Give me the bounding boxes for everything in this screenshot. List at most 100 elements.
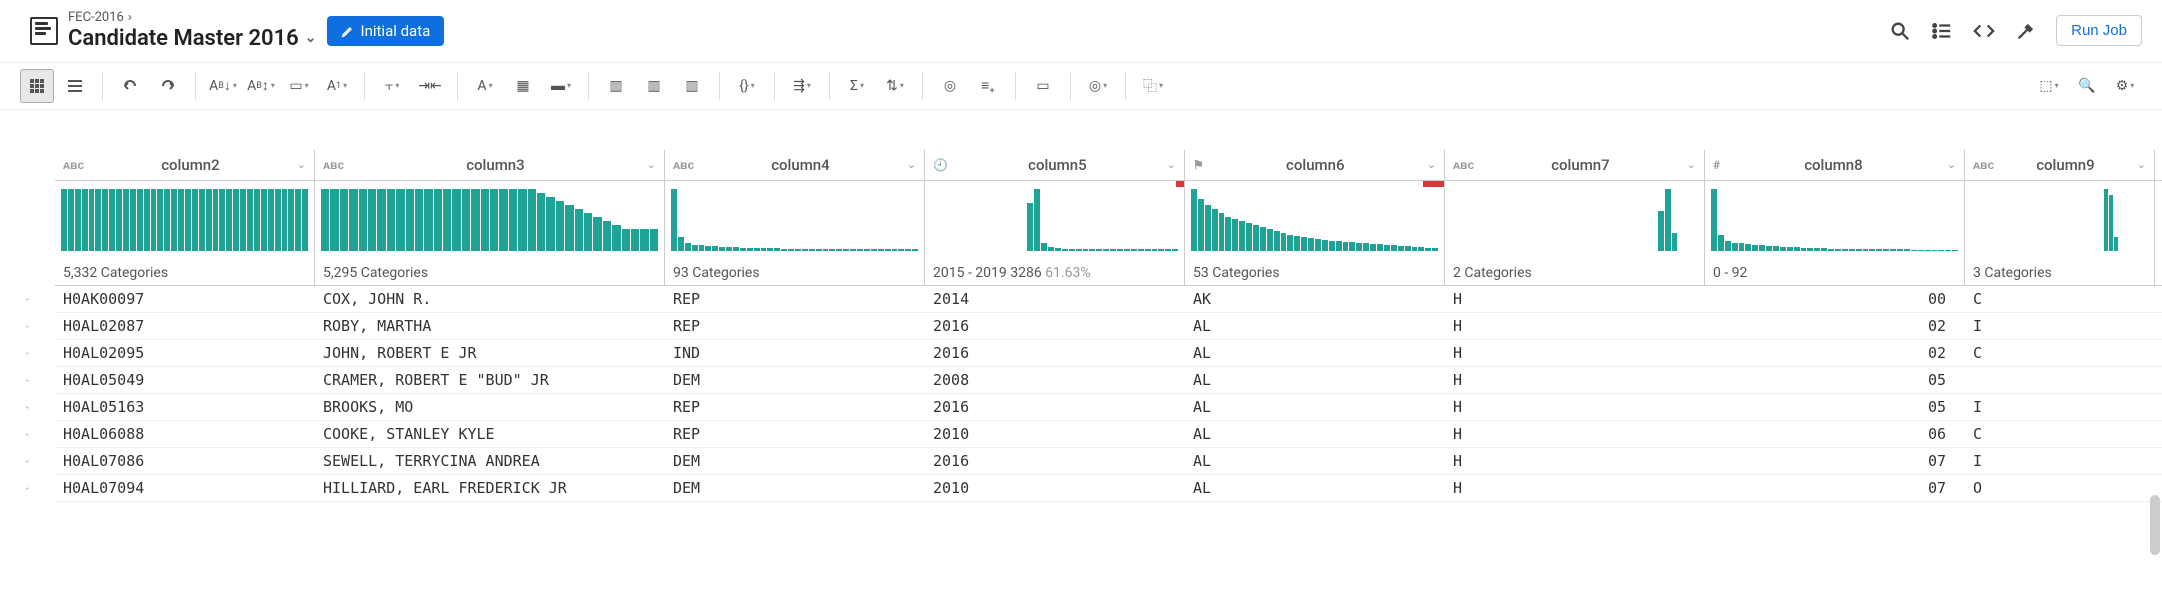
cell-c4[interactable]: REP xyxy=(665,394,925,420)
comment-button[interactable]: ▭ xyxy=(1026,69,1060,103)
cell-c4[interactable]: DEM xyxy=(665,475,925,501)
cell-c7[interactable]: H xyxy=(1445,394,1705,420)
cell-c5[interactable]: 2010 xyxy=(925,421,1185,447)
cell-c7[interactable]: H xyxy=(1445,448,1705,474)
table-row[interactable]: H0AL07086SEWELL, TERRYCINA ANDREADEM2016… xyxy=(55,448,2162,475)
chevron-down-icon[interactable]: ⌄ xyxy=(1687,158,1696,171)
cell-c2[interactable]: H0AL07094 xyxy=(55,475,315,501)
union-button[interactable]: ≡₊ xyxy=(971,69,1005,103)
cell-c8[interactable]: 05 xyxy=(1705,394,1965,420)
cell-c7[interactable]: H xyxy=(1445,475,1705,501)
cell-c5[interactable]: 2016 xyxy=(925,394,1185,420)
cell-c3[interactable]: CRAMER, ROBERT E "BUD" JR xyxy=(315,367,665,393)
cell-c4[interactable]: IND xyxy=(665,340,925,366)
histogram-c6[interactable] xyxy=(1185,181,1445,261)
column-header-c9[interactable]: ᴀʙᴄcolumn9⌄ xyxy=(1965,150,2155,180)
cell-c9[interactable]: C xyxy=(1965,421,2155,447)
cell-c8[interactable]: 07 xyxy=(1705,475,1965,501)
column-op3-button[interactable]: ▥ xyxy=(675,69,709,103)
zoom-button[interactable]: 🔍 xyxy=(2070,69,2104,103)
merge-button[interactable]: ⇥⇤ xyxy=(413,69,447,103)
chevron-down-icon[interactable]: ⌄ xyxy=(2137,158,2146,171)
cell-c4[interactable]: REP xyxy=(665,421,925,447)
grid-view-button[interactable] xyxy=(20,69,54,103)
cell-c2[interactable]: H0AK00097 xyxy=(55,286,315,312)
cell-c5[interactable]: 2008 xyxy=(925,367,1185,393)
page-title[interactable]: Candidate Master 2016 ⌄ xyxy=(68,26,317,52)
chevron-down-icon[interactable]: ⌄ xyxy=(1427,158,1436,171)
table-row[interactable]: H0AL05049CRAMER, ROBERT E "BUD" JRDEM200… xyxy=(55,367,2162,394)
cell-c6[interactable]: AL xyxy=(1185,313,1445,339)
cell-c7[interactable]: H xyxy=(1445,313,1705,339)
column-header-c6[interactable]: ⚑column6⌄ xyxy=(1185,150,1445,180)
sort-asc-button[interactable]: AB↓▾ xyxy=(206,69,240,103)
extract-button[interactable]: ▦ xyxy=(506,69,540,103)
table-row[interactable]: H0AK00097COX, JOHN R.REP2014AKH00C xyxy=(55,286,2162,313)
cell-c6[interactable]: AK xyxy=(1185,286,1445,312)
breadcrumb[interactable]: FEC-2016 › xyxy=(68,10,317,26)
table-row[interactable]: H0AL07094HILLIARD, EARL FREDERICK JRDEM2… xyxy=(55,475,2162,502)
cell-c7[interactable]: H xyxy=(1445,286,1705,312)
code-icon[interactable] xyxy=(1972,19,1996,43)
split-button[interactable]: ⫟▾ xyxy=(375,69,409,103)
chevron-down-icon[interactable]: ⌄ xyxy=(297,158,306,171)
cell-c9[interactable]: I xyxy=(1965,448,2155,474)
nest-button[interactable]: {}▾ xyxy=(730,69,764,103)
run-job-button[interactable]: Run Job xyxy=(2056,15,2142,46)
cell-c3[interactable]: BROOKS, MO xyxy=(315,394,665,420)
cell-c6[interactable]: AL xyxy=(1185,394,1445,420)
cell-c4[interactable]: DEM xyxy=(665,448,925,474)
replace-button[interactable]: ▬▾ xyxy=(544,69,578,103)
cell-c6[interactable]: AL xyxy=(1185,475,1445,501)
cell-c2[interactable]: H0AL05163 xyxy=(55,394,315,420)
sort-desc-button[interactable]: AB↕▾ xyxy=(244,69,278,103)
cell-c9[interactable]: C xyxy=(1965,340,2155,366)
cell-c5[interactable]: 2014 xyxy=(925,286,1185,312)
initial-data-badge[interactable]: Initial data xyxy=(327,16,445,46)
undo-button[interactable] xyxy=(113,69,147,103)
column-header-c2[interactable]: ᴀʙᴄcolumn2⌄ xyxy=(55,150,315,180)
column-header-c8[interactable]: #column8⌄ xyxy=(1705,150,1965,180)
cell-c8[interactable]: 02 xyxy=(1705,340,1965,366)
column-op1-button[interactable]: ▥ xyxy=(599,69,633,103)
cell-c9[interactable]: I xyxy=(1965,394,2155,420)
column-header-c7[interactable]: ᴀʙᴄcolumn7⌄ xyxy=(1445,150,1705,180)
cell-c9[interactable] xyxy=(1965,367,2155,393)
redo-button[interactable] xyxy=(151,69,185,103)
cell-c3[interactable]: JOHN, ROBERT E JR xyxy=(315,340,665,366)
cell-c2[interactable]: H0AL02095 xyxy=(55,340,315,366)
column-header-c5[interactable]: 🕘column5⌄ xyxy=(925,150,1185,180)
cell-c6[interactable]: AL xyxy=(1185,340,1445,366)
cell-c2[interactable]: H0AL06088 xyxy=(55,421,315,447)
histogram-c7[interactable] xyxy=(1445,181,1705,261)
histogram-c4[interactable] xyxy=(665,181,925,261)
cell-c3[interactable]: COOKE, STANLEY KYLE xyxy=(315,421,665,447)
table-row[interactable]: H0AL02095JOHN, ROBERT E JRIND2016ALH02C xyxy=(55,340,2162,367)
cell-c5[interactable]: 2010 xyxy=(925,475,1185,501)
cell-c7[interactable]: H xyxy=(1445,421,1705,447)
chevron-down-icon[interactable]: ⌄ xyxy=(1167,158,1176,171)
cell-c9[interactable]: C xyxy=(1965,286,2155,312)
cell-c7[interactable]: H xyxy=(1445,367,1705,393)
cell-c8[interactable]: 05 xyxy=(1705,367,1965,393)
scrollbar-thumb[interactable] xyxy=(2150,495,2160,555)
cell-c7[interactable]: H xyxy=(1445,340,1705,366)
format-button[interactable]: A1▾ xyxy=(320,69,354,103)
cell-c3[interactable]: ROBY, MARTHA xyxy=(315,313,665,339)
cell-c9[interactable]: I xyxy=(1965,313,2155,339)
table-row[interactable]: H0AL02087ROBY, MARTHAREP2016ALH02I xyxy=(55,313,2162,340)
cell-c5[interactable]: 2016 xyxy=(925,340,1185,366)
cell-c8[interactable]: 07 xyxy=(1705,448,1965,474)
chevron-down-icon[interactable]: ⌄ xyxy=(647,158,656,171)
select-button[interactable]: ⬚▾ xyxy=(2032,69,2066,103)
chevron-down-icon[interactable]: ⌄ xyxy=(1947,158,1956,171)
cell-c6[interactable]: AL xyxy=(1185,448,1445,474)
list-view-button[interactable] xyxy=(58,69,92,103)
table-row[interactable]: H0AL05163BROOKS, MOREP2016ALH05I xyxy=(55,394,2162,421)
filter-button[interactable]: ⇶▾ xyxy=(785,69,819,103)
column-op2-button[interactable]: ▥ xyxy=(637,69,671,103)
histogram-c2[interactable] xyxy=(55,181,315,261)
join-button[interactable]: ◎ xyxy=(933,69,967,103)
column-header-c3[interactable]: ᴀʙᴄcolumn3⌄ xyxy=(315,150,665,180)
column-header-c4[interactable]: ᴀʙᴄcolumn4⌄ xyxy=(665,150,925,180)
